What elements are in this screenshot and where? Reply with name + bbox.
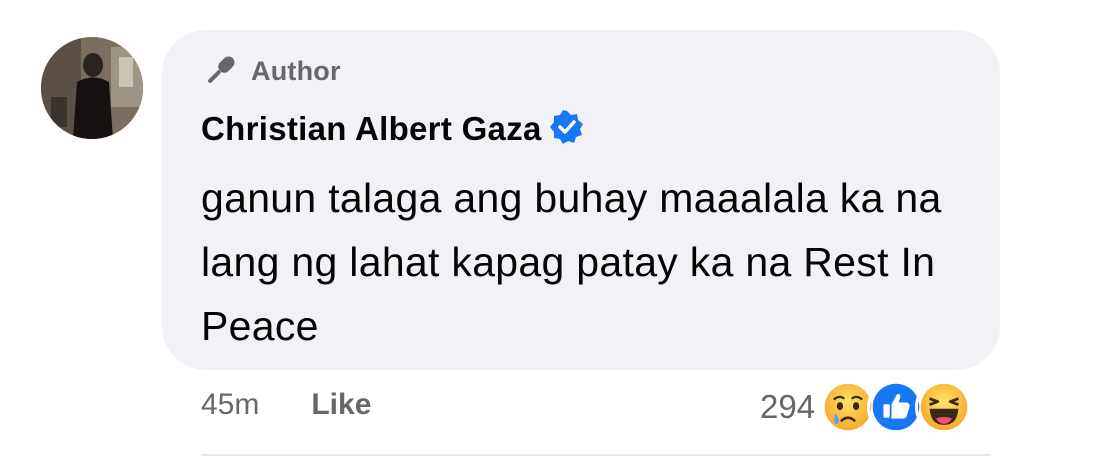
verified-badge-icon (549, 110, 583, 144)
commenter-avatar[interactable] (41, 37, 143, 139)
like-button[interactable]: Like (311, 388, 371, 422)
comment-text: ganun talaga ang buhay maaalala ka na la… (201, 175, 942, 349)
commenter-name[interactable]: Christian Albert Gaza (201, 110, 542, 148)
author-badge-label: Author (251, 55, 341, 86)
comment-divider (201, 454, 991, 456)
avatar-photo (41, 37, 143, 139)
haha-reaction-icon (915, 378, 974, 436)
reaction-summary[interactable]: 294 (760, 378, 974, 436)
commenter-name-row: Christian Albert Gaza (201, 110, 584, 148)
comment-actions: 45m Like (201, 388, 371, 422)
reaction-count[interactable]: 294 (760, 388, 815, 426)
comment-timestamp[interactable]: 45m (201, 388, 259, 422)
author-badge: Author (201, 52, 341, 90)
comment-bubble: Author Christian Albert Gaza ganun talag… (162, 30, 1000, 370)
microphone-icon (208, 56, 235, 83)
